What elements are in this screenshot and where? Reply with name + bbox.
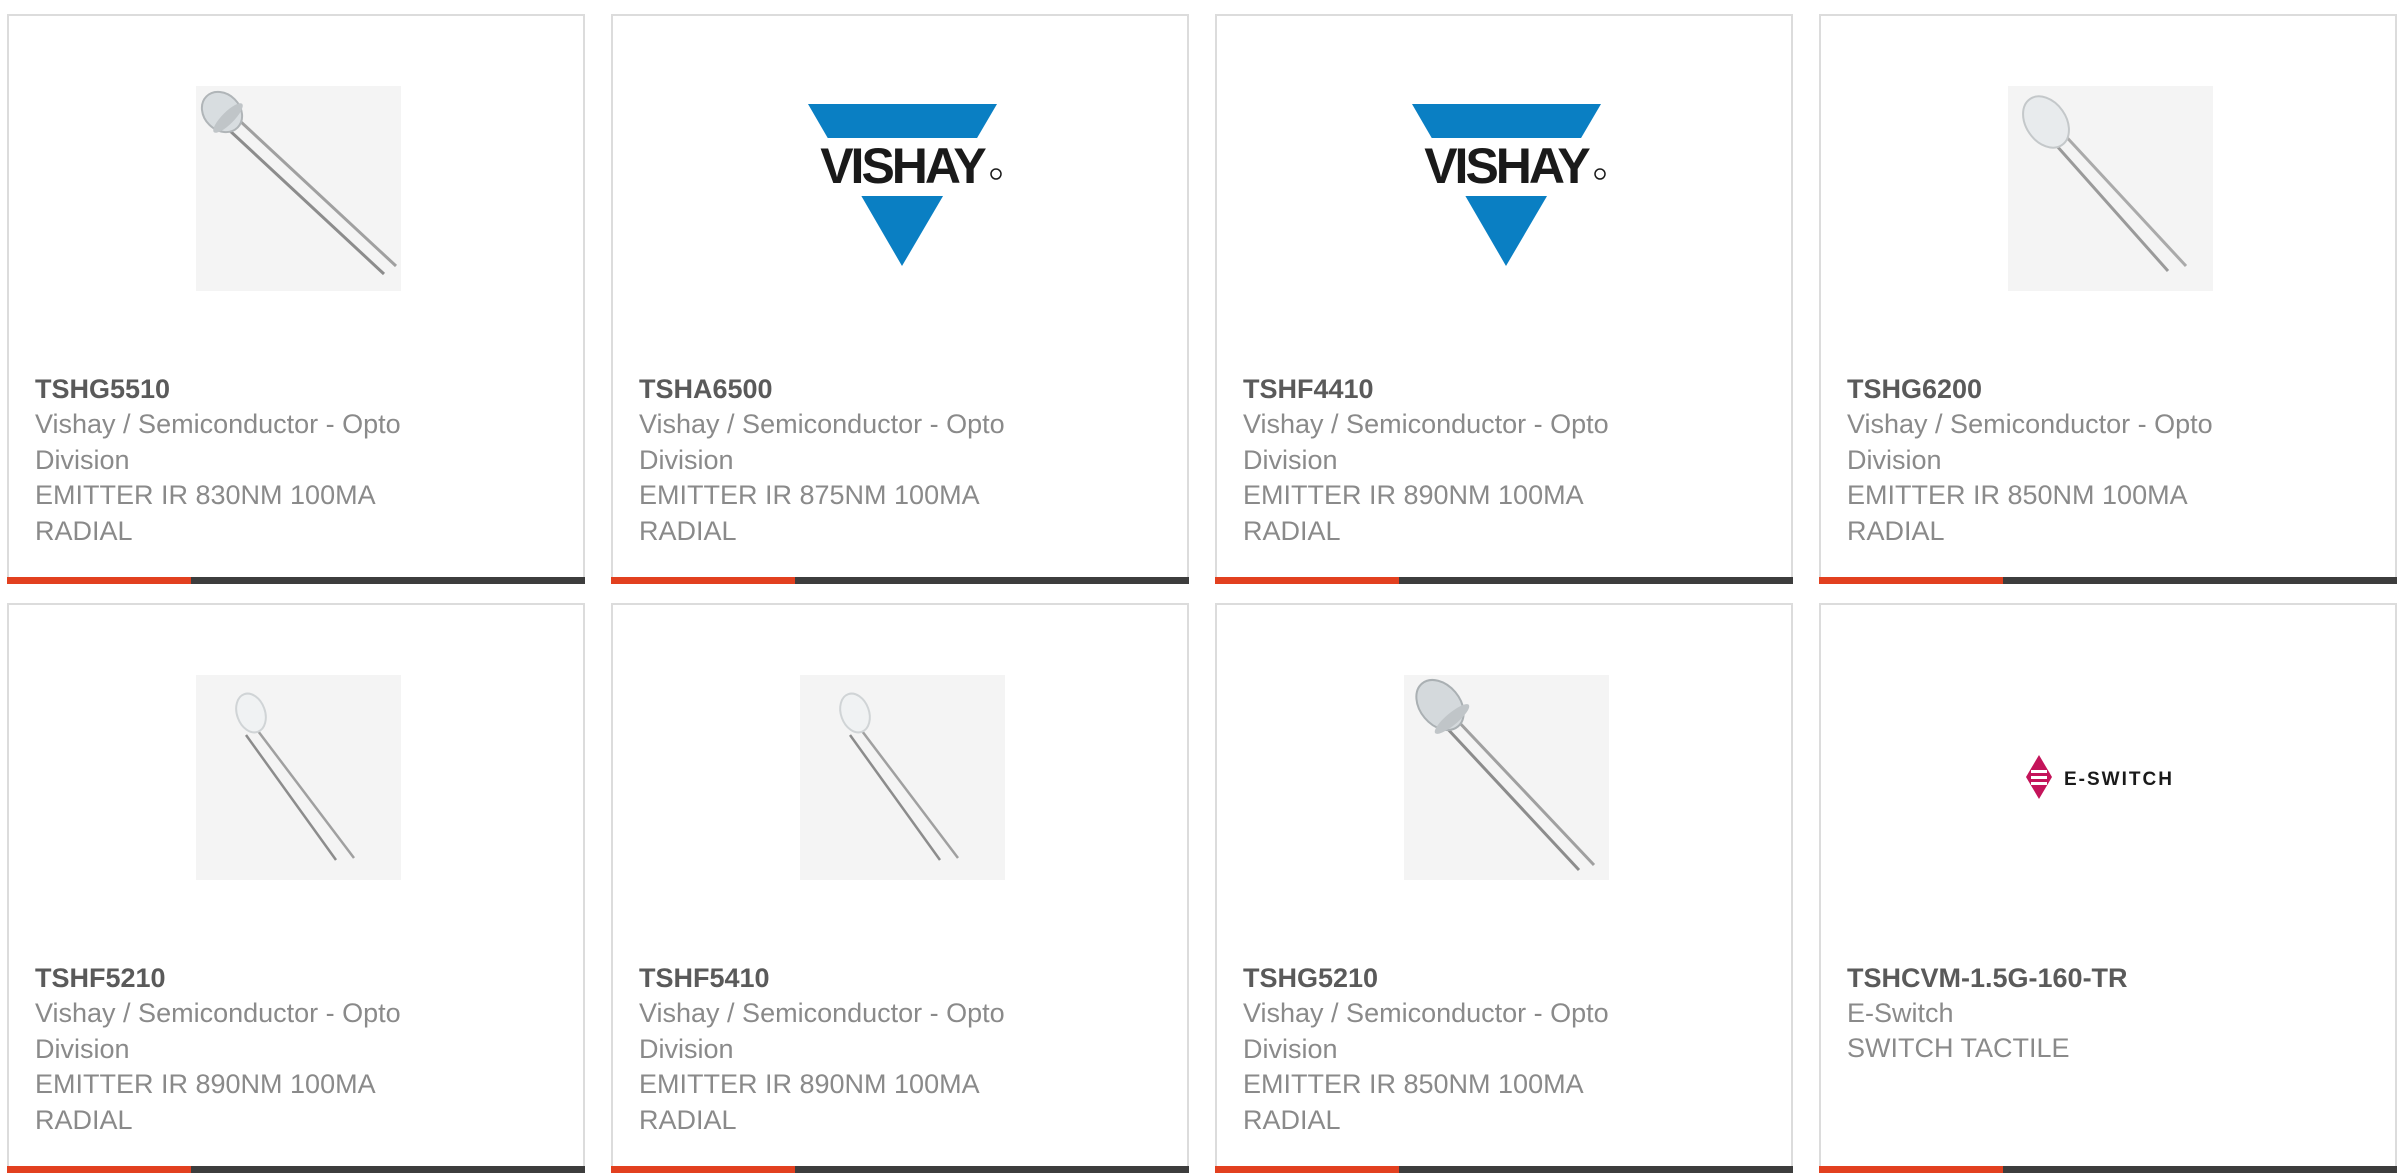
card-footer-accent xyxy=(7,1166,191,1173)
ir-led-photo[interactable] xyxy=(196,86,401,291)
product-card[interactable]: TSHF5210 Vishay / Semiconductor - Opto D… xyxy=(7,603,585,1173)
description: EMITTER IR 875NM 100MA RADIAL xyxy=(639,480,979,546)
description: EMITTER IR 830NM 100MA RADIAL xyxy=(35,480,375,546)
part-number[interactable]: TSHG5510 xyxy=(35,372,170,406)
card-footer-accent xyxy=(7,577,191,584)
manufacturer: Vishay / Semiconductor - Opto Division xyxy=(1847,409,2213,475)
card-footer-bar xyxy=(611,577,1189,584)
part-number[interactable]: TSHF4410 xyxy=(1243,372,1374,406)
eswitch-logo[interactable]: E-SWITCH xyxy=(2004,675,2224,880)
product-image-area[interactable]: VISHAY xyxy=(613,16,1187,346)
part-number[interactable]: TSHG6200 xyxy=(1847,372,1982,406)
card-footer-accent xyxy=(1819,577,2003,584)
card-footer-accent xyxy=(611,1166,795,1173)
vishay-logo-text: VISHAY xyxy=(1424,138,1590,194)
product-image-area[interactable] xyxy=(9,16,583,346)
eswitch-logo-text: E-SWITCH xyxy=(2064,769,2174,790)
description: SWITCH TACTILE xyxy=(1847,1033,2070,1063)
manufacturer: E-Switch xyxy=(1847,998,1954,1028)
description: EMITTER IR 890NM 100MA RADIAL xyxy=(1243,480,1583,546)
part-number[interactable]: TSHF5410 xyxy=(639,961,770,995)
product-card[interactable]: E-SWITCH TSHCVM-1.5G-160-TR E-Switch SWI… xyxy=(1819,603,2397,1173)
product-grid: TSHG5510 Vishay / Semiconductor - Opto D… xyxy=(0,0,2400,1173)
product-image-area[interactable] xyxy=(1821,16,2395,346)
description: EMITTER IR 850NM 100MA RADIAL xyxy=(1243,1069,1583,1135)
product-image-area[interactable] xyxy=(1217,605,1791,935)
ir-led-photo[interactable] xyxy=(2008,86,2213,291)
vishay-logo[interactable]: VISHAY xyxy=(800,86,1005,291)
product-card[interactable]: VISHAY TSHF4410 Vishay / Semiconductor -… xyxy=(1215,14,1793,584)
part-number[interactable]: TSHA6500 xyxy=(639,372,773,406)
ir-led-photo[interactable] xyxy=(1404,675,1609,880)
part-number[interactable]: TSHG5210 xyxy=(1243,961,1378,995)
product-image-area[interactable] xyxy=(613,605,1187,935)
card-footer-accent xyxy=(611,577,795,584)
ir-led-photo[interactable] xyxy=(800,675,1005,880)
card-footer-accent xyxy=(1215,1166,1399,1173)
vishay-logo[interactable]: VISHAY xyxy=(1404,86,1609,291)
vishay-logo-text: VISHAY xyxy=(820,138,986,194)
manufacturer: Vishay / Semiconductor - Opto Division xyxy=(35,998,401,1064)
manufacturer: Vishay / Semiconductor - Opto Division xyxy=(639,998,1005,1064)
manufacturer: Vishay / Semiconductor - Opto Division xyxy=(639,409,1005,475)
card-footer-bar xyxy=(7,577,585,584)
product-card[interactable]: TSHG5210 Vishay / Semiconductor - Opto D… xyxy=(1215,603,1793,1173)
ir-led-photo[interactable] xyxy=(196,675,401,880)
card-footer-bar xyxy=(1215,577,1793,584)
card-footer-bar xyxy=(1819,1166,2397,1173)
product-card[interactable]: TSHF5410 Vishay / Semiconductor - Opto D… xyxy=(611,603,1189,1173)
card-footer-bar xyxy=(1819,577,2397,584)
description: EMITTER IR 890NM 100MA RADIAL xyxy=(35,1069,375,1135)
card-footer-bar xyxy=(1215,1166,1793,1173)
card-footer-bar xyxy=(611,1166,1189,1173)
manufacturer: Vishay / Semiconductor - Opto Division xyxy=(1243,998,1609,1064)
product-card[interactable]: TSHG5510 Vishay / Semiconductor - Opto D… xyxy=(7,14,585,584)
manufacturer: Vishay / Semiconductor - Opto Division xyxy=(35,409,401,475)
description: EMITTER IR 890NM 100MA RADIAL xyxy=(639,1069,979,1135)
product-image-area[interactable]: E-SWITCH xyxy=(1821,605,2395,935)
part-number[interactable]: TSHF5210 xyxy=(35,961,166,995)
product-card[interactable]: TSHG6200 Vishay / Semiconductor - Opto D… xyxy=(1819,14,2397,584)
product-card[interactable]: VISHAY TSHA6500 Vishay / Semiconductor -… xyxy=(611,14,1189,584)
part-number[interactable]: TSHCVM-1.5G-160-TR xyxy=(1847,961,2128,995)
card-footer-bar xyxy=(7,1166,585,1173)
manufacturer: Vishay / Semiconductor - Opto Division xyxy=(1243,409,1609,475)
product-image-area[interactable]: VISHAY xyxy=(1217,16,1791,346)
card-footer-accent xyxy=(1819,1166,2003,1173)
description: EMITTER IR 850NM 100MA RADIAL xyxy=(1847,480,2187,546)
card-footer-accent xyxy=(1215,577,1399,584)
product-image-area[interactable] xyxy=(9,605,583,935)
